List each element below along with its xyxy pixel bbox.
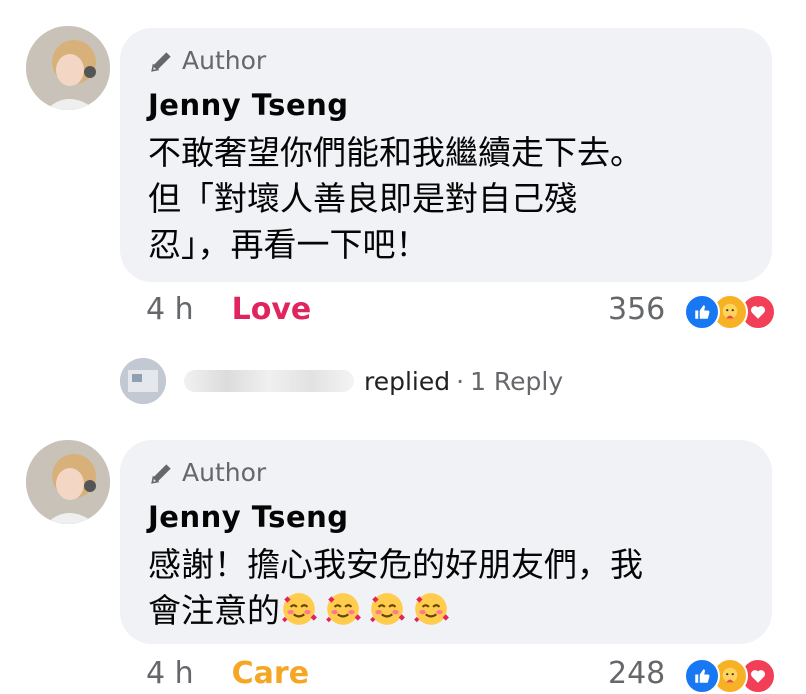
comment-line: 忍」，再看一下吧！ (148, 225, 429, 264)
author-badge-label: Author (182, 458, 267, 487)
commenter-name[interactable]: Jenny Tseng (148, 88, 349, 122)
comment-text: 不敢奢望你們能和我繼續走下去。 但「對壞人善良即是對自己殘 忍」，再看一下吧！ (148, 130, 748, 268)
comment-bubble: Author Jenny Tseng 不敢奢望你們能和我繼續走下去。 但「對壞人… (120, 28, 772, 282)
comment-actions: 4 h Love (146, 292, 311, 327)
reaction-icons[interactable] (684, 658, 776, 694)
comment-line: 會注意的 (148, 591, 280, 630)
reaction-button[interactable]: Love (232, 292, 312, 327)
comment-line: 不敢奢望你們能和我繼續走下去。 (148, 133, 643, 172)
like-reaction-icon (684, 658, 720, 694)
emoji-group (280, 591, 456, 630)
comment-actions: 4 h Care (146, 656, 309, 691)
commenter-name[interactable]: Jenny Tseng (148, 500, 349, 534)
smiling-face-with-hearts-icon (282, 593, 317, 625)
replied-label: replied (364, 366, 451, 396)
comment-line: 感謝！擔心我安危的好朋友們，我 (148, 545, 643, 584)
replier-name-blurred (184, 370, 354, 392)
reaction-count[interactable]: 356 (608, 292, 665, 327)
replier-avatar[interactable] (120, 358, 166, 404)
author-badge: Author (148, 46, 266, 75)
pencil-icon (151, 51, 171, 72)
reaction-button[interactable]: Care (232, 656, 309, 691)
comment-line: 但「對壞人善良即是對自己殘 (148, 179, 577, 218)
separator-dot: · (456, 366, 465, 396)
reaction-count[interactable]: 248 (608, 656, 665, 691)
like-reaction-icon (684, 294, 720, 330)
timestamp[interactable]: 4 h (146, 292, 194, 327)
timestamp[interactable]: 4 h (146, 656, 194, 691)
pencil-icon (151, 463, 171, 484)
smiling-face-with-hearts-icon (414, 593, 449, 625)
reaction-icons[interactable] (684, 294, 776, 330)
view-replies-link[interactable]: 1 Reply (470, 367, 563, 396)
commenter-avatar[interactable] (26, 440, 110, 524)
commenter-avatar[interactable] (26, 26, 110, 110)
reply-summary[interactable]: replied · 1 Reply (120, 358, 563, 404)
author-badge: Author (148, 458, 266, 487)
author-badge-label: Author (182, 46, 267, 75)
comment-text: 感謝！擔心我安危的好朋友們，我 會注意的 (148, 542, 748, 634)
smiling-face-with-hearts-icon (326, 593, 361, 625)
comment-bubble: Author Jenny Tseng 感謝！擔心我安危的好朋友們，我 會注意的 (120, 440, 772, 644)
smiling-face-with-hearts-icon (370, 593, 405, 625)
